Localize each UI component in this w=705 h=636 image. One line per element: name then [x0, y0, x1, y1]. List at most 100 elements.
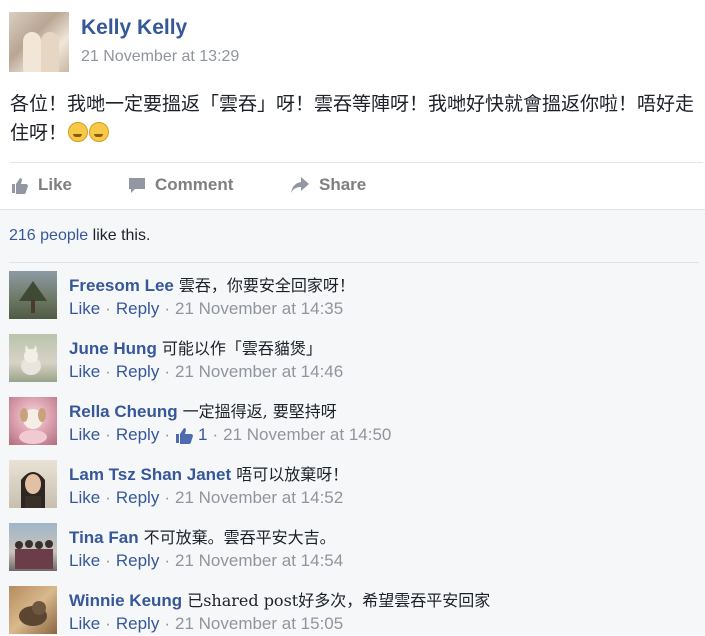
post-body: 各位！我哋一定要搵返「雲吞」呀！雲吞等陣呀！我哋好快就會搵返你啦！唔好走住呀！	[10, 93, 695, 144]
commenter-name[interactable]: Tina Fan 不可放棄。雲吞平安大吉。	[69, 524, 336, 548]
comment-like-link[interactable]: Like	[69, 614, 100, 634]
separator: ·	[105, 425, 111, 444]
commenter-name-text[interactable]: Winnie Keung	[69, 591, 182, 610]
comment-button[interactable]: Comment	[127, 170, 233, 200]
likes-count-link[interactable]: 216 people	[9, 227, 88, 244]
commenter-name[interactable]: Freesom Lee 雲吞，你要安全回家呀！	[69, 272, 355, 296]
share-button[interactable]: Share	[289, 170, 366, 200]
avatar-figure	[23, 32, 41, 72]
comment-timestamp[interactable]: 21 November at 14:35	[175, 299, 343, 319]
comment-reply-link[interactable]: Reply	[116, 362, 159, 382]
separator: ·	[164, 614, 170, 633]
cat-photo-icon	[21, 345, 41, 375]
comment-meta: Like · Reply · 21 November at 15:05	[69, 614, 343, 634]
commenter-avatar[interactable]	[9, 397, 57, 445]
comment-text: 可能以作「雲吞貓煲」	[161, 339, 322, 358]
divider	[10, 162, 703, 163]
share-arrow-icon	[291, 177, 309, 193]
comment-item: Freesom Lee 雲吞，你要安全回家呀！ Like · Reply · 21 Nov…	[9, 271, 704, 321]
comment-item: June Hung 可能以作「雲吞貓煲」 Like · Reply · 21 Novemb…	[9, 334, 704, 384]
commenter-avatar[interactable]	[9, 586, 57, 634]
author-name[interactable]: Kelly Kelly	[81, 16, 187, 40]
tree-photo-icon	[19, 281, 47, 313]
comment-reply-link[interactable]: Reply	[116, 614, 159, 634]
commenter-name[interactable]: June Hung 可能以作「雲吞貓煲」	[69, 335, 322, 359]
thumbs-up-icon	[12, 178, 28, 194]
commenter-name-text[interactable]: Tina Fan	[69, 528, 139, 547]
comment-like-link[interactable]: Like	[69, 488, 100, 508]
comment-meta: Like · Reply · 1 · 21 November at 14:50	[69, 425, 391, 445]
comment-meta: Like · Reply · 21 November at 14:46	[69, 362, 343, 382]
commenter-avatar[interactable]	[9, 271, 57, 319]
post-text: 各位！我哋一定要搵返「雲吞」呀！雲吞等陣呀！我哋好快就會搵返你啦！唔好走住呀！	[10, 90, 700, 148]
comment-text: 雲吞，你要安全回家呀！	[178, 276, 355, 295]
post-actions: Like Comment Share	[0, 170, 705, 200]
cat-photo-icon	[19, 601, 47, 626]
like-count-value: 1	[198, 425, 208, 444]
comment-like-link[interactable]: Like	[69, 299, 100, 319]
commenter-avatar[interactable]	[9, 460, 57, 508]
crying-face-icon	[68, 122, 89, 142]
commenter-name-text[interactable]: June Hung	[69, 339, 157, 358]
separator: ·	[105, 362, 111, 381]
comment-timestamp[interactable]: 21 November at 14:54	[175, 551, 343, 571]
comment-like-link[interactable]: Like	[69, 362, 100, 382]
separator: ·	[164, 299, 170, 318]
comment-like-link[interactable]: Like	[69, 425, 100, 445]
comment-reply-link[interactable]: Reply	[116, 488, 159, 508]
loudly-crying-face-icon	[89, 122, 110, 142]
comment-meta: Like · Reply · 21 November at 14:52	[69, 488, 343, 508]
separator: ·	[164, 425, 170, 444]
comment-item: Winnie Keung 已shared post好多次，希望雲吞平安回家 Lik…	[9, 586, 704, 636]
comment-item: Tina Fan 不可放棄。雲吞平安大吉。 Like · Reply · 21 Novem…	[9, 523, 704, 573]
separator: ·	[212, 425, 219, 444]
dog-photo-icon	[19, 408, 47, 444]
comment-text: 一定搵得返, 要堅持呀	[182, 402, 337, 421]
commenter-name-text[interactable]: Freesom Lee	[69, 276, 174, 295]
comment-reply-link[interactable]: Reply	[116, 425, 159, 445]
separator: ·	[105, 551, 111, 570]
author-avatar[interactable]	[9, 12, 69, 72]
comment-reply-link[interactable]: Reply	[116, 299, 159, 319]
person-photo-icon	[21, 472, 45, 508]
thumbs-up-icon	[176, 428, 193, 444]
comment-item: Rella Cheung 一定搵得返, 要堅持呀 Like · Reply · 1 · 2…	[9, 397, 704, 447]
divider	[9, 262, 699, 263]
commenter-name-text[interactable]: Rella Cheung	[69, 402, 178, 421]
comment-label: Comment	[155, 175, 234, 194]
separator: ·	[105, 488, 111, 507]
commenter-name[interactable]: Winnie Keung 已shared post好多次，希望雲吞平安回家	[69, 587, 490, 611]
comment-like-link[interactable]: Like	[69, 551, 100, 571]
separator: ·	[164, 362, 170, 381]
comment-meta: Like · Reply · 21 November at 14:35	[69, 299, 343, 319]
post-card: Kelly Kelly 21 November at 13:29 各位！我哋一定…	[0, 0, 705, 210]
separator: ·	[105, 299, 111, 318]
comment-like-count[interactable]: 1	[175, 425, 207, 445]
likes-summary: 216 people like this.	[9, 227, 150, 245]
comment-timestamp[interactable]: 21 November at 14:50	[223, 425, 391, 445]
comment-reply-link[interactable]: Reply	[116, 551, 159, 571]
avatar-figure	[41, 32, 59, 72]
comment-meta: Like · Reply · 21 November at 14:54	[69, 551, 343, 571]
comment-timestamp[interactable]: 21 November at 14:46	[175, 362, 343, 382]
like-label: Like	[38, 175, 73, 194]
separator: ·	[164, 488, 170, 507]
separator: ·	[105, 614, 111, 633]
commenter-avatar[interactable]	[9, 334, 57, 382]
comment-text: 唔可以放棄呀！	[236, 465, 349, 484]
comment-text: 不可放棄。雲吞平安大吉。	[143, 528, 336, 547]
comment-text: 已shared post好多次，希望雲吞平安回家	[187, 591, 491, 610]
comment-timestamp[interactable]: 21 November at 15:05	[175, 614, 343, 634]
group-photo-icon	[15, 540, 53, 569]
comment-timestamp[interactable]: 21 November at 14:52	[175, 488, 343, 508]
commenter-name[interactable]: Rella Cheung 一定搵得返, 要堅持呀	[69, 398, 337, 422]
share-label: Share	[319, 175, 367, 194]
like-button[interactable]: Like	[10, 170, 72, 200]
post-timestamp[interactable]: 21 November at 13:29	[81, 48, 239, 66]
commenter-name[interactable]: Lam Tsz Shan Janet 唔可以放棄呀！	[69, 461, 348, 485]
separator: ·	[164, 551, 170, 570]
commenter-avatar[interactable]	[9, 523, 57, 571]
comment-icon	[129, 178, 145, 193]
feedback-section: 216 people like this. Freesom Lee 雲吞，你要安全…	[0, 209, 705, 635]
commenter-name-text[interactable]: Lam Tsz Shan Janet	[69, 465, 231, 484]
